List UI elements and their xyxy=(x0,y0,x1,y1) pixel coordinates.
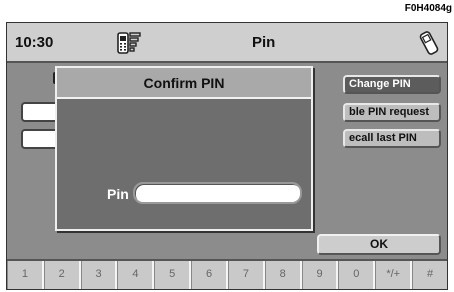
key-5[interactable]: 5 xyxy=(154,261,192,289)
pin-label: Pin xyxy=(107,186,129,202)
key-star-plus[interactable]: */+ xyxy=(375,261,413,289)
disable-pin-request-button[interactable]: ble PIN request xyxy=(343,103,441,122)
key-1[interactable]: 1 xyxy=(7,261,44,289)
key-7[interactable]: 7 xyxy=(227,261,265,289)
recall-last-pin-button[interactable]: ecall last PIN xyxy=(343,129,441,148)
phone-signal-icon xyxy=(117,30,143,56)
key-4[interactable]: 4 xyxy=(117,261,155,289)
confirm-pin-dialog: Confirm PIN Pin xyxy=(55,66,313,231)
dialog-header: Confirm PIN xyxy=(57,68,311,99)
pin-input[interactable] xyxy=(133,182,302,204)
figure-reference: F0H4084g xyxy=(404,3,452,14)
key-2[interactable]: 2 xyxy=(43,261,81,289)
key-hash[interactable]: # xyxy=(412,261,447,289)
change-pin-button[interactable]: Change PIN xyxy=(343,75,441,94)
keypad-strip: 1 2 3 4 5 6 7 8 9 0 */+ # xyxy=(7,259,447,289)
clock: 10:30 xyxy=(15,34,54,51)
key-9[interactable]: 9 xyxy=(301,261,339,289)
dialog-title: Confirm PIN xyxy=(143,75,225,91)
key-0[interactable]: 0 xyxy=(338,261,376,289)
title-bar: 10:30 Pin xyxy=(7,23,447,63)
ok-button[interactable]: OK xyxy=(317,234,441,255)
phone-pin-screen: 10:30 Pin Change PIN ble PIN request eca… xyxy=(6,22,448,290)
screen-title: Pin xyxy=(252,34,276,51)
key-8[interactable]: 8 xyxy=(264,261,302,289)
key-3[interactable]: 3 xyxy=(80,261,118,289)
key-6[interactable]: 6 xyxy=(191,261,228,289)
handset-icon[interactable] xyxy=(419,29,439,57)
